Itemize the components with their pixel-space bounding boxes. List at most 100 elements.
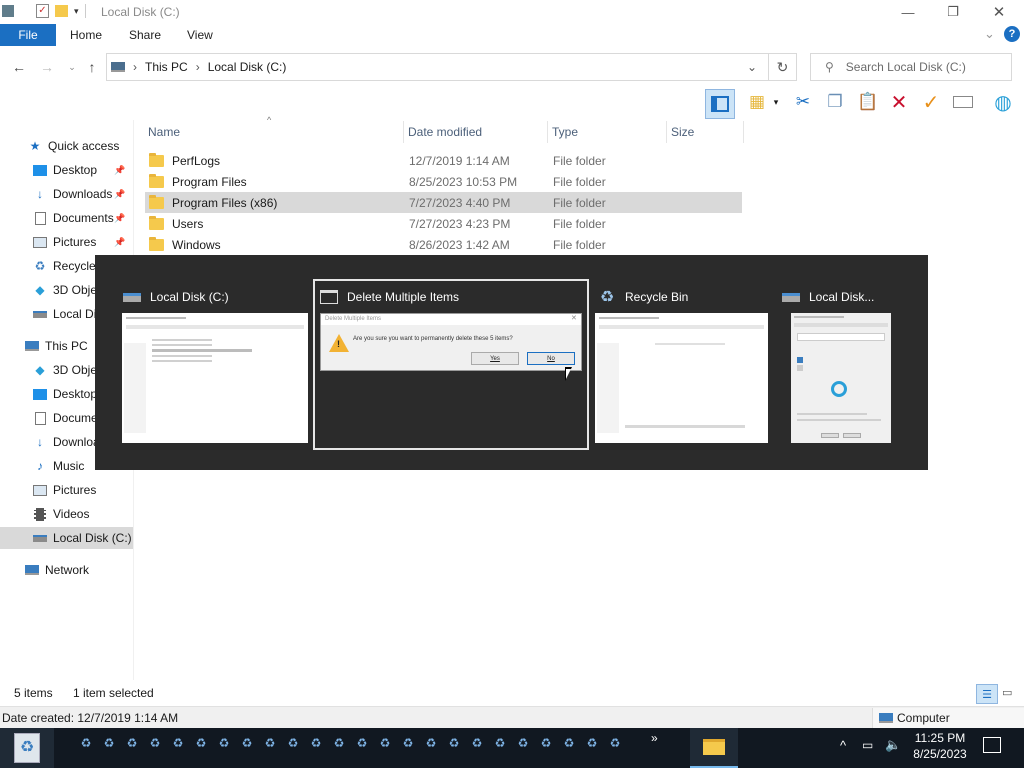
recycle-bin-icon: ♻ (471, 736, 483, 750)
taskbar-app[interactable]: ♻ (606, 734, 624, 752)
file-row[interactable]: PerfLogs 12/7/2019 1:14 AM File folder (145, 150, 742, 171)
switcher-window-delete-dialog[interactable]: Delete Multiple Items ✕ ! Are you sure y… (320, 313, 582, 371)
properties-icon[interactable]: ✓ (36, 4, 49, 18)
taskbar-app[interactable]: ♻ (330, 734, 348, 752)
taskbar-app[interactable]: ♻ (399, 734, 417, 752)
details-view-button[interactable]: ☰ (976, 684, 998, 704)
taskbar-app[interactable]: ♻ (445, 734, 463, 752)
network-status-icon[interactable]: ▭ (862, 738, 873, 752)
back-arrow-icon[interactable]: ← (10, 58, 28, 76)
start-recycle-bin-button[interactable]: ♻ (0, 728, 54, 768)
recycle-bin-icon: ♻ (517, 736, 529, 750)
taskbar-app[interactable]: ♻ (261, 734, 279, 752)
properties-button[interactable] (950, 89, 976, 115)
delete-button[interactable]: ✕ (886, 89, 912, 115)
nav-pc-local-disk[interactable]: Local Disk (C:) (0, 527, 133, 549)
taskbar-app[interactable]: ♻ (215, 734, 233, 752)
drive-icon (2, 5, 14, 17)
breadcrumb-this-pc[interactable]: This PC (145, 60, 188, 74)
nav-pc-pictures[interactable]: Pictures (0, 479, 133, 501)
taskbar-app[interactable]: ♻ (583, 734, 601, 752)
taskbar-app[interactable]: ♻ (238, 734, 256, 752)
taskbar-app[interactable]: ♻ (284, 734, 302, 752)
maximize-button[interactable]: ❐ (930, 0, 976, 24)
file-row-selected[interactable]: Program Files (x86) 7/27/2023 4:40 PM Fi… (145, 192, 742, 213)
switcher-window-recycle-bin[interactable] (595, 313, 768, 443)
paste-button[interactable]: 📋 (855, 89, 881, 115)
tab-view[interactable]: View (187, 24, 213, 46)
tab-file[interactable]: File (0, 24, 56, 46)
ribbon-expand-icon[interactable]: ⌄ (984, 26, 995, 42)
close-button[interactable]: ✕ (976, 0, 1022, 24)
address-history-chevron-icon[interactable]: ⌄ (747, 60, 757, 74)
recycle-bin-icon: ♻ (287, 736, 299, 750)
new-item-button[interactable]: ▦ (744, 89, 770, 115)
nav-documents[interactable]: Documents 📌 (0, 207, 133, 229)
file-explorer-icon (703, 739, 725, 755)
customize-toolbar-icon[interactable]: ▾ (74, 6, 79, 17)
taskbar-app[interactable]: ♻ (491, 734, 509, 752)
dialog-icon (319, 288, 339, 306)
notifications-icon[interactable] (983, 737, 1001, 753)
column-header-size[interactable]: Size (667, 121, 744, 143)
file-row[interactable]: Windows 8/26/2023 1:42 AM File folder (145, 234, 742, 255)
nav-desktop[interactable]: Desktop 📌 (0, 159, 133, 181)
nav-pc-videos[interactable]: Videos (0, 503, 133, 525)
cut-button[interactable]: ✂ (790, 89, 816, 115)
search-box[interactable]: ⚲ Search Local Disk (C:) (810, 53, 1012, 81)
forward-arrow-icon[interactable]: → (38, 58, 56, 76)
taskbar-app[interactable]: ♻ (123, 734, 141, 752)
minimize-button[interactable]: — (885, 0, 931, 24)
taskbar-overflow-button[interactable]: » (651, 731, 658, 745)
help-icon[interactable]: ? (1004, 26, 1020, 42)
recent-locations-chevron-icon[interactable]: ⌄ (63, 58, 81, 76)
drive-icon (32, 307, 48, 321)
picture-icon (32, 235, 48, 249)
file-row[interactable]: Program Files 8/25/2023 10:53 PM File fo… (145, 171, 742, 192)
file-row[interactable]: Users 7/27/2023 4:23 PM File folder (145, 213, 742, 234)
nav-quick-access[interactable]: ★ Quick access (0, 135, 133, 157)
up-arrow-icon[interactable]: ↑ (83, 58, 101, 76)
taskbar-app[interactable]: ♻ (77, 734, 95, 752)
rename-button[interactable]: ✓ (918, 89, 944, 115)
volume-icon[interactable]: 🔈 (885, 737, 901, 753)
nav-downloads[interactable]: ↓ Downloads 📌 (0, 183, 133, 205)
nav-network[interactable]: Network (0, 559, 133, 581)
taskbar-app[interactable]: ♻ (560, 734, 578, 752)
column-header-name[interactable]: Name (144, 121, 404, 143)
tray-chevron-icon[interactable]: ^ (840, 738, 846, 753)
taskbar-app[interactable]: ♻ (307, 734, 325, 752)
search-input[interactable]: Search Local Disk (C:) (846, 60, 966, 74)
taskbar-app[interactable]: ♻ (468, 734, 486, 752)
switcher-window-local-disk[interactable] (122, 313, 308, 443)
clock[interactable]: 11:25 PM 8/25/2023 (908, 731, 972, 761)
column-header-type[interactable]: Type (548, 121, 667, 143)
taskbar-app[interactable]: ♻ (376, 734, 394, 752)
taskbar-app[interactable]: ♻ (514, 734, 532, 752)
tab-share[interactable]: Share (129, 24, 161, 46)
new-item-chevron-icon[interactable]: ▾ (770, 89, 782, 115)
nav-pictures[interactable]: Pictures 📌 (0, 231, 133, 253)
taskbar-file-explorer[interactable] (690, 728, 738, 768)
switcher-title-local-disk-properties: Local Disk... (781, 288, 874, 306)
copy-button[interactable]: ❐ (822, 89, 848, 115)
address-bar[interactable]: › This PC › Local Disk (C:) ⌄ (106, 53, 769, 81)
network-drive-button[interactable]: ◍ (990, 89, 1016, 115)
taskbar-app[interactable]: ♻ (537, 734, 555, 752)
taskbar-app[interactable]: ♻ (100, 734, 118, 752)
breadcrumb-local-disk[interactable]: Local Disk (C:) (208, 60, 287, 74)
taskbar-app[interactable]: ♻ (169, 734, 187, 752)
taskbar-app[interactable]: ♻ (353, 734, 371, 752)
switcher-label: Local Disk (C:) (150, 290, 229, 304)
recycle-bin-icon: ♻ (599, 289, 615, 306)
taskbar-app[interactable]: ♻ (422, 734, 440, 752)
taskbar-app[interactable]: ♻ (192, 734, 210, 752)
large-icons-view-button[interactable]: ▭ (1002, 686, 1012, 699)
switcher-window-properties[interactable] (791, 313, 891, 443)
taskbar-app[interactable]: ♻ (146, 734, 164, 752)
refresh-button[interactable]: ↻ (769, 53, 797, 81)
new-folder-icon[interactable] (55, 5, 68, 17)
preview-pane-button[interactable] (705, 89, 735, 119)
tab-home[interactable]: Home (70, 24, 102, 46)
column-header-date[interactable]: Date modified (404, 121, 548, 143)
